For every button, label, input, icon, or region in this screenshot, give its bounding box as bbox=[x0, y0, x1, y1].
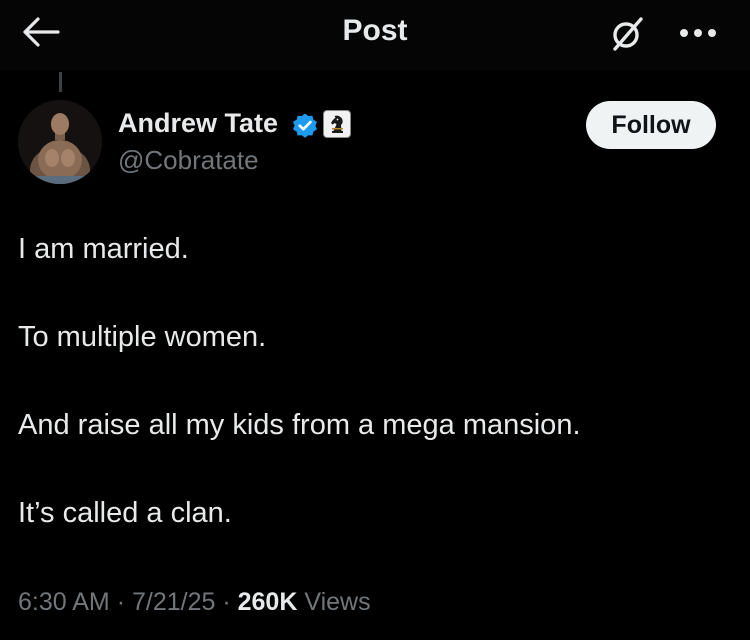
thread-connector-line bbox=[59, 72, 62, 92]
more-options-button[interactable] bbox=[670, 10, 726, 56]
top-navigation-bar: Post bbox=[0, 0, 750, 70]
author-handle[interactable]: @Cobratate bbox=[118, 145, 259, 176]
affiliation-badge[interactable] bbox=[323, 110, 351, 138]
post-line: I am married. bbox=[18, 233, 189, 265]
author-name[interactable]: Andrew Tate bbox=[118, 108, 278, 139]
post-line: And raise all my kids from a mega mansio… bbox=[18, 409, 581, 441]
post-text: I am married. To multiple women. And rai… bbox=[18, 232, 730, 584]
separator-dot: · bbox=[116, 588, 126, 616]
post-date[interactable]: 7/21/25 bbox=[132, 588, 215, 616]
avatar[interactable] bbox=[18, 100, 102, 184]
post-metadata: 6:30 AM · 7/21/25 · 260K Views bbox=[18, 588, 371, 617]
post-time[interactable]: 6:30 AM bbox=[18, 588, 110, 616]
grok-button[interactable] bbox=[604, 10, 650, 56]
post-line: To multiple women. bbox=[18, 321, 267, 353]
chess-knight-badge-icon bbox=[331, 115, 343, 133]
verified-badge-icon bbox=[293, 113, 317, 138]
post-line: It’s called a clan. bbox=[18, 497, 232, 529]
views-label: Views bbox=[304, 588, 371, 616]
more-horizontal-icon bbox=[680, 29, 716, 37]
profile-photo bbox=[18, 100, 102, 184]
separator-dot: · bbox=[222, 588, 231, 616]
views-count[interactable]: 260K bbox=[238, 588, 298, 616]
grok-icon bbox=[613, 17, 643, 51]
follow-button[interactable]: Follow bbox=[586, 101, 716, 149]
